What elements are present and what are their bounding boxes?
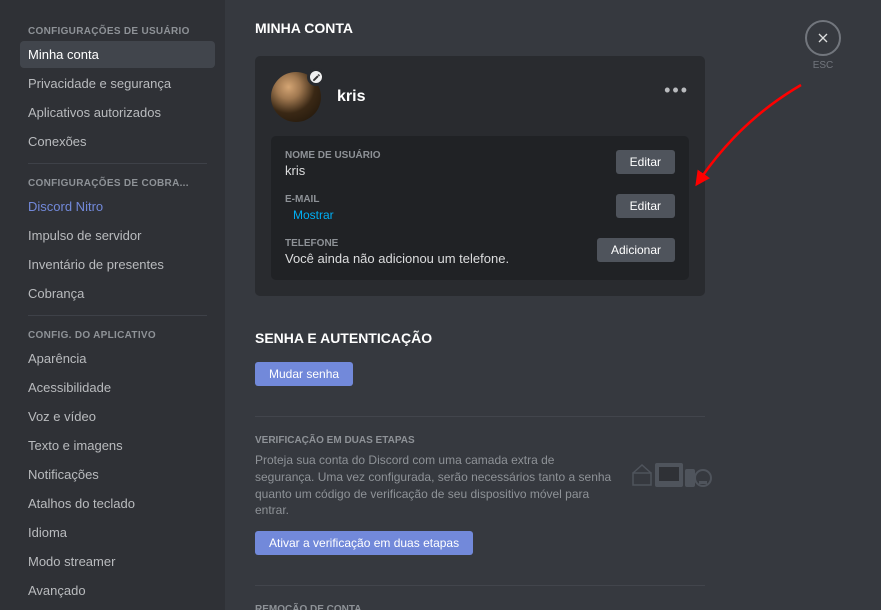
sidebar-item-privacidade-e-seguran-a[interactable]: Privacidade e segurança bbox=[20, 70, 215, 97]
annotation-arrow bbox=[691, 80, 821, 200]
sidebar-item-atalhos-do-teclado[interactable]: Atalhos do teclado bbox=[20, 490, 215, 517]
divider bbox=[255, 585, 705, 586]
sidebar-item-impulso-de-servidor[interactable]: Impulso de servidor bbox=[20, 222, 215, 249]
username-value: kris bbox=[285, 163, 616, 178]
sidebar-item-apar-ncia[interactable]: Aparência bbox=[20, 345, 215, 372]
sidebar-item-texto-e-imagens[interactable]: Texto e imagens bbox=[20, 432, 215, 459]
phone-row: TELEFONE Você ainda não adicionou um tel… bbox=[285, 238, 675, 266]
page-title: MINHA CONTA bbox=[255, 20, 841, 36]
close-button[interactable] bbox=[805, 20, 841, 56]
sidebar-item-cobran-a[interactable]: Cobrança bbox=[20, 280, 215, 307]
add-phone-button[interactable]: Adicionar bbox=[597, 238, 675, 262]
email-reveal-link[interactable]: Mostrar bbox=[293, 208, 334, 222]
sidebar-item-invent-rio-de-presentes[interactable]: Inventário de presentes bbox=[20, 251, 215, 278]
divider bbox=[28, 163, 207, 164]
sidebar-item-modo-streamer[interactable]: Modo streamer bbox=[20, 548, 215, 575]
more-menu-icon[interactable]: ••• bbox=[664, 80, 689, 101]
sidebar-item-conex-es[interactable]: Conexões bbox=[20, 128, 215, 155]
sidebar-item-idioma[interactable]: Idioma bbox=[20, 519, 215, 546]
settings-sidebar: CONFIGURAÇÕES DE USUÁRIOMinha contaPriva… bbox=[0, 0, 225, 610]
email-row: E-MAIL Mostrar Editar bbox=[285, 194, 675, 222]
divider bbox=[255, 416, 705, 417]
removal-header: REMOÇÃO DE CONTA bbox=[255, 604, 705, 610]
sidebar-item-aplicativos-autorizados[interactable]: Aplicativos autorizados bbox=[20, 99, 215, 126]
sidebar-item-discord-nitro[interactable]: Discord Nitro bbox=[20, 193, 215, 220]
sidebar-section-header: CONFIGURAÇÕES DE USUÁRIO bbox=[20, 20, 215, 41]
sidebar-item-minha-conta[interactable]: Minha conta bbox=[20, 41, 215, 68]
username-label: NOME DE USUÁRIO bbox=[285, 150, 616, 161]
edit-email-button[interactable]: Editar bbox=[616, 194, 675, 218]
email-label: E-MAIL bbox=[285, 194, 616, 205]
sidebar-item-voz-e-v-deo[interactable]: Voz e vídeo bbox=[20, 403, 215, 430]
email-value: Mostrar bbox=[285, 207, 616, 222]
profile-name: kris bbox=[337, 88, 365, 106]
close-settings: ESC bbox=[805, 20, 841, 71]
twofa-header: VERIFICAÇÃO EM DUAS ETAPAS bbox=[255, 435, 705, 446]
sidebar-section-header: CONFIG. DO APLICATIVO bbox=[20, 324, 215, 345]
password-section: SENHA E AUTENTICAÇÃO Mudar senha VERIFIC… bbox=[255, 330, 705, 610]
account-card: kris ••• NOME DE USUÁRIO kris Editar E-M… bbox=[255, 56, 705, 296]
password-title: SENHA E AUTENTICAÇÃO bbox=[255, 330, 705, 346]
avatar[interactable] bbox=[271, 72, 321, 122]
sidebar-item-acessibilidade[interactable]: Acessibilidade bbox=[20, 374, 215, 401]
sidebar-section-header: CONFIGURAÇÕES DE COBRA... bbox=[20, 172, 215, 193]
sidebar-item-notifica-es[interactable]: Notificações bbox=[20, 461, 215, 488]
settings-main: ESC MINHA CONTA kris ••• NOME DE USUÁRIO… bbox=[225, 0, 881, 610]
avatar-edit-badge[interactable] bbox=[307, 68, 325, 86]
twofa-desc: Proteja sua conta do Discord com uma cam… bbox=[255, 452, 615, 519]
phone-label: TELEFONE bbox=[285, 238, 597, 249]
username-row: NOME DE USUÁRIO kris Editar bbox=[285, 150, 675, 178]
change-password-button[interactable]: Mudar senha bbox=[255, 362, 353, 386]
close-esc-label: ESC bbox=[805, 60, 841, 71]
twofa-illustration bbox=[625, 455, 715, 495]
divider bbox=[28, 315, 207, 316]
account-fields: NOME DE USUÁRIO kris Editar E-MAIL Mostr… bbox=[271, 136, 689, 280]
edit-username-button[interactable]: Editar bbox=[616, 150, 675, 174]
profile-header: kris ••• bbox=[271, 72, 689, 122]
sidebar-item-avan-ado[interactable]: Avançado bbox=[20, 577, 215, 604]
phone-value: Você ainda não adicionou um telefone. bbox=[285, 251, 597, 266]
enable-twofa-button[interactable]: Ativar a verificação em duas etapas bbox=[255, 531, 473, 555]
close-icon bbox=[815, 30, 831, 46]
